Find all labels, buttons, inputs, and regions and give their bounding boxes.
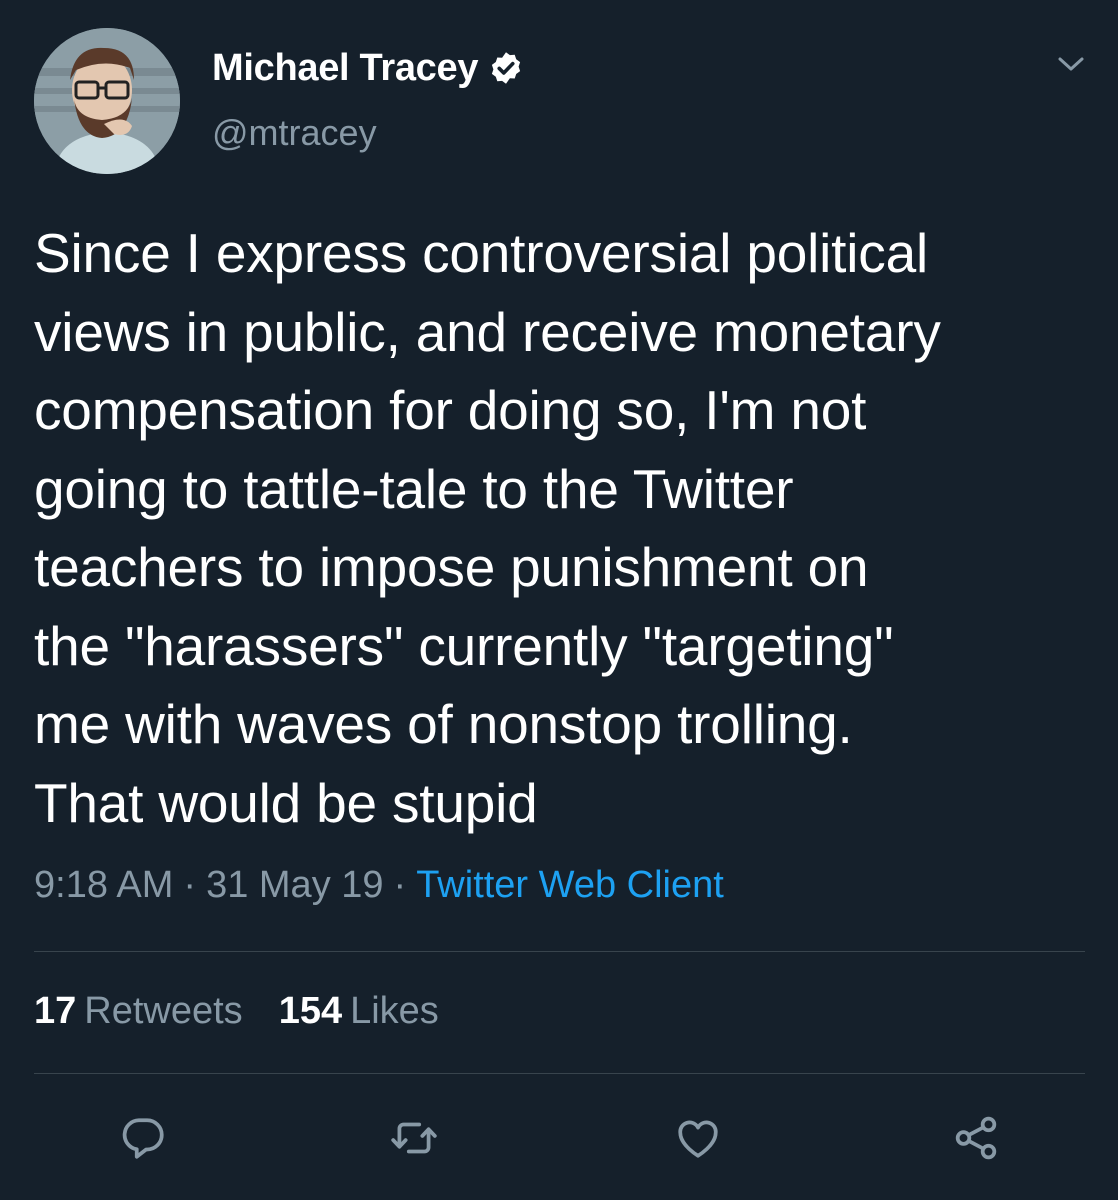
retweet-icon	[391, 1122, 437, 1154]
like-button[interactable]	[670, 1110, 726, 1166]
avatar[interactable]	[34, 28, 180, 174]
meta-separator: ·	[393, 864, 407, 906]
reply-icon	[122, 1118, 164, 1159]
share-icon	[955, 1116, 997, 1160]
author-name-row: Michael Tracey	[212, 44, 524, 92]
tweet-text: Since I express controversial political …	[34, 222, 941, 834]
tweet-actions	[0, 1110, 1118, 1166]
meta-separator: ·	[183, 864, 197, 906]
chevron-down-icon[interactable]	[1054, 50, 1088, 78]
retweets-stat[interactable]: 17 Retweets	[34, 990, 243, 1033]
author-display-name[interactable]: Michael Tracey	[212, 47, 478, 90]
likes-count: 154	[278, 990, 343, 1032]
tweet-client-link[interactable]: Twitter Web Client	[416, 864, 724, 907]
reply-button[interactable]	[115, 1110, 171, 1166]
tweet-meta: 9:18 AM · 31 May 19 · Twitter Web Client	[34, 864, 724, 907]
retweet-button[interactable]	[386, 1110, 442, 1166]
tweet-time[interactable]: 9:18 AM	[34, 864, 173, 907]
share-button[interactable]	[948, 1110, 1004, 1166]
like-icon	[678, 1120, 718, 1158]
retweets-label: Retweets	[84, 990, 243, 1032]
retweets-count: 17	[34, 990, 77, 1032]
tweet-stats: 17 Retweets 154 Likes	[34, 990, 439, 1033]
likes-label: Likes	[350, 990, 439, 1032]
divider	[34, 951, 1085, 952]
likes-stat[interactable]: 154 Likes	[279, 990, 439, 1033]
tweet-date[interactable]: 31 May 19	[206, 864, 383, 907]
divider	[34, 1073, 1085, 1074]
verified-badge-icon	[492, 52, 521, 84]
avatar-image	[34, 28, 180, 174]
author-handle[interactable]: @mtracey	[212, 112, 377, 154]
